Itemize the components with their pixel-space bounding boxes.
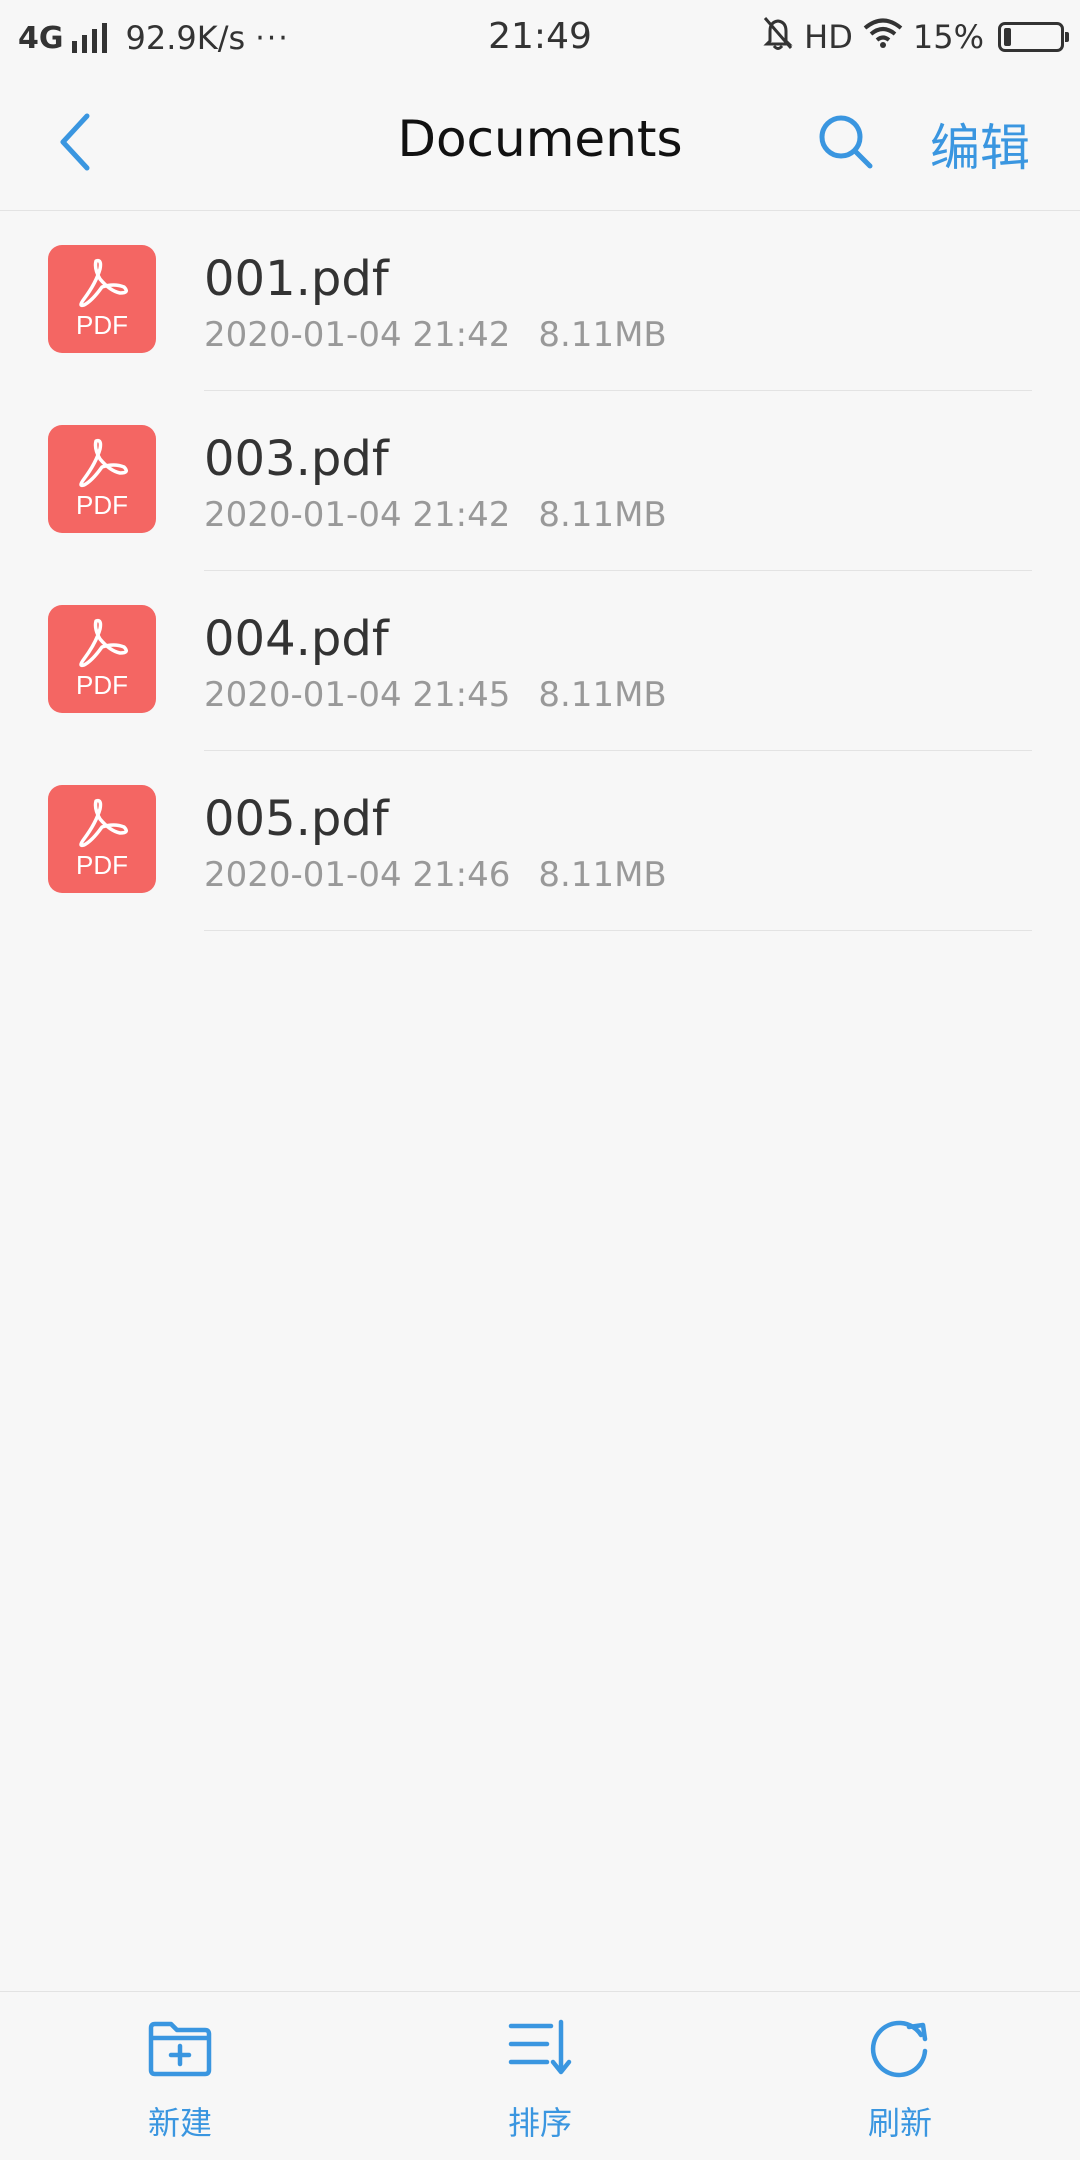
file-name: 001.pdf bbox=[204, 251, 389, 307]
pdf-file-icon: PDF bbox=[48, 425, 156, 533]
pdf-file-icon: PDF bbox=[48, 785, 156, 893]
file-date: 2020-01-04 21:42 bbox=[204, 495, 511, 535]
refresh-icon bbox=[800, 2012, 1000, 2084]
file-meta: 2020-01-04 21:45 8.11MB bbox=[204, 675, 667, 715]
list-item[interactable]: PDF 005.pdf 2020-01-04 21:46 8.11MB bbox=[0, 751, 1080, 931]
new-folder-label: 新建 bbox=[147, 2104, 212, 2142]
page-title: Documents bbox=[397, 110, 683, 168]
hd-indicator: HD bbox=[804, 18, 853, 56]
file-name: 004.pdf bbox=[204, 611, 389, 667]
file-date: 2020-01-04 21:42 bbox=[204, 315, 511, 355]
pdf-icon-label: PDF bbox=[76, 310, 128, 340]
search-icon bbox=[819, 115, 873, 169]
file-date: 2020-01-04 21:45 bbox=[204, 675, 511, 715]
pdf-file-icon: PDF bbox=[48, 605, 156, 713]
pdf-file-icon: PDF bbox=[48, 245, 156, 353]
divider bbox=[204, 930, 1032, 931]
edit-button[interactable]: 编辑 bbox=[930, 108, 1030, 180]
wifi-icon bbox=[863, 17, 903, 57]
file-size: 8.11MB bbox=[538, 315, 667, 355]
pdf-icon-label: PDF bbox=[76, 490, 128, 520]
file-name: 003.pdf bbox=[204, 431, 389, 487]
list-item[interactable]: PDF 004.pdf 2020-01-04 21:45 8.11MB bbox=[0, 571, 1080, 751]
refresh-button[interactable]: 刷新 bbox=[800, 1992, 1000, 2160]
battery-percent: 15% bbox=[912, 18, 984, 56]
file-meta: 2020-01-04 21:46 8.11MB bbox=[204, 855, 667, 895]
file-size: 8.11MB bbox=[538, 495, 667, 535]
status-bar: 4G 92.9K/s ··· 21:49 HD 15% bbox=[0, 0, 1080, 72]
refresh-label: 刷新 bbox=[867, 2104, 932, 2142]
nav-bar: Documents 编辑 bbox=[0, 72, 1080, 211]
list-item[interactable]: PDF 003.pdf 2020-01-04 21:42 8.11MB bbox=[0, 391, 1080, 571]
bottom-toolbar: 新建 排序 刷新 bbox=[0, 1991, 1080, 2160]
list-item[interactable]: PDF 001.pdf 2020-01-04 21:42 8.11MB bbox=[0, 211, 1080, 391]
file-date: 2020-01-04 21:46 bbox=[204, 855, 511, 895]
sort-button[interactable]: 排序 bbox=[440, 1992, 640, 2160]
new-folder-button[interactable]: 新建 bbox=[80, 1992, 280, 2160]
search-button[interactable] bbox=[810, 104, 882, 180]
status-right: HD 15% bbox=[752, 15, 1069, 59]
battery-icon bbox=[998, 22, 1069, 52]
file-name: 005.pdf bbox=[204, 791, 389, 847]
file-size: 8.11MB bbox=[538, 675, 667, 715]
file-meta: 2020-01-04 21:42 8.11MB bbox=[204, 315, 667, 355]
mute-bell-icon bbox=[762, 15, 794, 59]
file-meta: 2020-01-04 21:42 8.11MB bbox=[204, 495, 667, 535]
sort-label: 排序 bbox=[507, 2104, 572, 2142]
new-folder-icon bbox=[80, 2012, 280, 2084]
file-list: PDF 001.pdf 2020-01-04 21:42 8.11MB PDF 0… bbox=[0, 211, 1080, 931]
sort-icon bbox=[440, 2012, 640, 2084]
pdf-icon-label: PDF bbox=[76, 850, 128, 880]
file-size: 8.11MB bbox=[538, 855, 667, 895]
pdf-icon-label: PDF bbox=[76, 670, 128, 700]
